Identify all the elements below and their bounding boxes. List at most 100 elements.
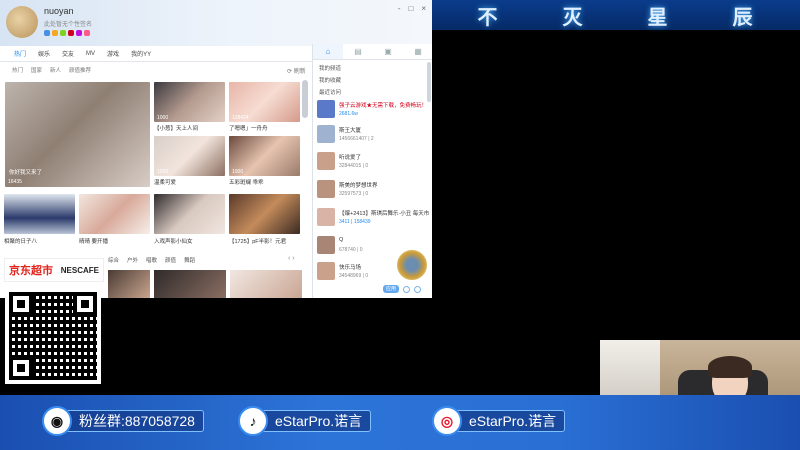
ad-brand-nescafe: NESCAFE	[60, 265, 99, 275]
channel-item[interactable]: 强子云游戏★无需下载，免费畅玩！ 2681.6w	[317, 100, 429, 122]
live-room-grid: 你好我又来了 16435 1000 【小葱】天上人间 128424 了嗯嗯」一舟…	[0, 78, 302, 260]
room-card[interactable]: 相聚的日子八	[4, 194, 75, 246]
tab-social[interactable]: 交友	[62, 49, 74, 58]
badge-icon	[60, 30, 66, 36]
sub-tabs: 热门 国家 新人 颜值推荐	[0, 62, 312, 78]
category-tab[interactable]: 综合	[108, 256, 119, 264]
badge-icon	[44, 30, 50, 36]
vip-avatar-frame[interactable]	[397, 250, 427, 280]
main-tabs: 热门 娱乐 交友 MV 游戏 我的YY	[0, 46, 312, 62]
category-bar: 综合 户外 唱歌 颜值 舞蹈	[108, 256, 195, 264]
room-thumbnail[interactable]	[108, 270, 150, 298]
tab-entertainment[interactable]: 娱乐	[38, 49, 50, 58]
channel-avatar	[317, 208, 335, 226]
room-thumbnail[interactable]	[154, 270, 226, 298]
channel-stat: 32597573 | 0	[339, 191, 369, 197]
tiktok-icon: ♪	[238, 406, 268, 436]
badge-icon	[52, 30, 58, 36]
channel-stat: 2681.6w	[339, 111, 358, 117]
channel-name: 斯王大厦	[339, 128, 362, 134]
room-caption: 温柔可爱	[154, 180, 177, 186]
tab-hot[interactable]: 热门	[14, 49, 26, 58]
panel-scrollbar[interactable]	[427, 62, 431, 102]
room-card[interactable]: 1000 五彩斑斓 乖乖	[229, 136, 300, 186]
cam-hair	[708, 356, 752, 378]
channel-item[interactable]: 斯美的梦想世界 32597573 | 0	[317, 180, 429, 202]
chevron-left-icon[interactable]: ‹	[288, 255, 290, 262]
tiktok-label: eStarPro.诺言	[262, 410, 372, 432]
banner-char: 星	[647, 4, 670, 29]
section-recent[interactable]: 最近访问	[319, 88, 341, 96]
room-caption: 【1725】pF半影！元君	[229, 239, 287, 245]
category-tab[interactable]: 颜值	[165, 256, 176, 264]
room-thumbnail[interactable]	[230, 270, 302, 298]
advert-banner[interactable]: 京东超市 NESCAFE	[4, 258, 104, 282]
section-my-channels[interactable]: 我的频道	[319, 64, 341, 72]
search-icon[interactable]	[414, 285, 422, 293]
room-card[interactable]: 晴晴 要开播	[79, 194, 150, 246]
channel-avatar	[317, 100, 335, 118]
subtab[interactable]: 国家	[31, 66, 42, 74]
channel-stat: 1456661407 | 2	[339, 136, 374, 142]
category-tab[interactable]: 舞蹈	[184, 256, 195, 264]
badge-icon	[76, 30, 82, 36]
tab-games[interactable]: 游戏	[107, 49, 119, 58]
chevron-right-icon[interactable]: ›	[292, 255, 294, 262]
copy-icon[interactable]: ▣	[373, 44, 403, 59]
subtab[interactable]: 热门	[12, 66, 23, 74]
settings-icon[interactable]	[403, 285, 411, 293]
grid-scrollbar[interactable]	[302, 80, 308, 118]
home-icon[interactable]: ⌂	[313, 44, 343, 59]
tab-my-yy[interactable]: 我的YY	[131, 49, 151, 58]
douyin-account: ♪ eStarPro.诺言	[238, 406, 372, 436]
refresh-button[interactable]: ⟳ 刷新	[287, 66, 306, 75]
room-caption: 晴晴 要开播	[79, 239, 109, 245]
cam-window-light	[600, 340, 660, 395]
panel-footer: 应用	[383, 285, 422, 293]
user-badges	[44, 30, 90, 36]
apps-button[interactable]: 应用	[383, 285, 400, 293]
featured-room-card[interactable]: 你好我又来了 16435	[5, 82, 150, 187]
room-card[interactable]: 【1725】pF半影！元君	[229, 194, 300, 246]
grid-icon[interactable]: ▦	[403, 44, 432, 59]
viewer-count: 1000	[157, 115, 169, 121]
channel-name: 【爆+2413】斯琪后舞乐·小丑 每天市市	[339, 211, 429, 217]
list-icon[interactable]: ▤	[343, 44, 373, 59]
stream-overlay: 不 灭 星 辰 nuoyan 此处暂无个性签名 - □ × 热门 娱乐 交友 M…	[0, 0, 800, 450]
title-bar[interactable]: nuoyan 此处暂无个性签名 - □ ×	[0, 0, 432, 46]
channel-item[interactable]: 斯王大厦 1456661407 | 2	[317, 125, 429, 147]
channel-stat: 32844015 | 0	[339, 163, 369, 169]
subtab[interactable]: 颜值推荐	[69, 66, 91, 74]
channel-avatar	[317, 236, 335, 254]
room-thumbnail	[154, 194, 225, 234]
section-favorites[interactable]: 我的收藏	[319, 76, 341, 84]
category-tab[interactable]: 户外	[127, 256, 138, 264]
qr-finder	[9, 356, 33, 380]
room-card[interactable]: 入戏声影小仙女	[154, 194, 225, 246]
fans-group-label: 粉丝群:887058728	[66, 410, 204, 432]
channel-avatar	[317, 125, 335, 143]
weibo-label: eStarPro.诺言	[456, 410, 566, 432]
user-signature[interactable]: 此处暂无个性签名	[44, 19, 92, 28]
category-tab[interactable]: 唱歌	[146, 256, 157, 264]
banner-char: 灭	[562, 4, 585, 29]
channel-item[interactable]: 【爆+2413】斯琪后舞乐·小丑 每天市市 3411 | 158439	[317, 208, 429, 230]
qr-pattern	[9, 292, 97, 380]
room-card[interactable]: 1000 温柔可爱	[154, 136, 225, 186]
user-avatar[interactable]	[6, 6, 38, 38]
maximize-button[interactable]: □	[408, 4, 413, 13]
channel-avatar	[317, 180, 335, 198]
room-card[interactable]: 1000 【小葱】天上人间	[154, 82, 225, 132]
channel-name: Q	[339, 237, 344, 243]
refresh-label: 刷新	[293, 69, 306, 75]
tab-mv[interactable]: MV	[86, 51, 95, 57]
channel-stat: 34548969 | 0	[339, 273, 369, 279]
channel-item[interactable]: 听说爱了 32844015 | 0	[317, 152, 429, 174]
room-card[interactable]: 128424 了嗯嗯」一舟舟	[229, 82, 300, 132]
viewer-count: 1000	[157, 169, 169, 175]
close-button[interactable]: ×	[421, 4, 426, 13]
minimize-button[interactable]: -	[398, 4, 401, 13]
room-thumbnail	[79, 194, 150, 234]
subtab[interactable]: 新人	[50, 66, 61, 74]
panel-tabs: ⌂ ▤ ▣ ▦	[313, 44, 432, 60]
